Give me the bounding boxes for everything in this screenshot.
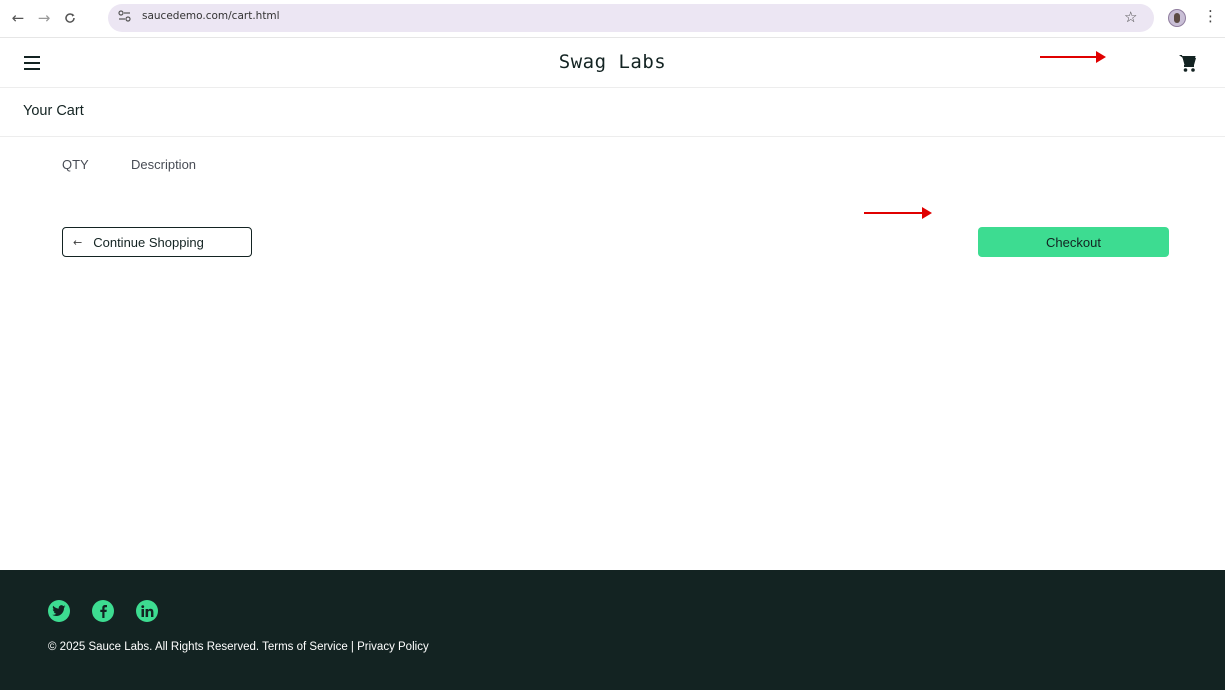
cart-description-label: Description bbox=[131, 157, 197, 172]
page-title: Your Cart bbox=[23, 103, 84, 119]
url-text[interactable]: saucedemo.com/cart.html bbox=[142, 10, 280, 22]
profile-avatar[interactable] bbox=[1168, 9, 1186, 27]
browser-toolbar: ← → saucedemo.com/cart.html ☆ ⋮ bbox=[0, 0, 1225, 38]
site-info-icon[interactable] bbox=[118, 10, 132, 24]
app-logo-title: Swag Labs bbox=[558, 51, 667, 73]
arrow-left-icon[interactable]: ← bbox=[8, 8, 28, 28]
continue-shopping-button[interactable]: ← Continue Shopping bbox=[62, 227, 252, 257]
reload-icon[interactable] bbox=[60, 8, 80, 28]
kebab-menu-icon[interactable]: ⋮ bbox=[1203, 7, 1218, 25]
annotation-arrow-checkout bbox=[864, 207, 932, 219]
app-header: Swag Labs bbox=[0, 38, 1225, 88]
cart-qty-label: QTY bbox=[62, 157, 89, 172]
twitter-icon[interactable] bbox=[48, 600, 70, 622]
checkout-button[interactable]: Checkout bbox=[978, 227, 1169, 257]
footer: © 2025 Sauce Labs. All Rights Reserved. … bbox=[0, 570, 1225, 690]
footer-copyright: © 2025 Sauce Labs. All Rights Reserved. … bbox=[48, 641, 429, 653]
linkedin-icon[interactable] bbox=[136, 600, 158, 622]
bookmark-star-icon[interactable]: ☆ bbox=[1124, 8, 1137, 26]
facebook-icon[interactable] bbox=[92, 600, 114, 622]
continue-shopping-label: Continue Shopping bbox=[93, 234, 204, 250]
secondary-header: Your Cart bbox=[0, 88, 1225, 137]
shopping-cart-icon[interactable] bbox=[1178, 53, 1198, 73]
arrow-right-icon[interactable]: → bbox=[34, 8, 54, 28]
address-bar[interactable]: saucedemo.com/cart.html bbox=[108, 4, 1154, 32]
arrow-left-icon: ← bbox=[73, 235, 83, 249]
annotation-arrow-cart bbox=[1040, 51, 1106, 63]
